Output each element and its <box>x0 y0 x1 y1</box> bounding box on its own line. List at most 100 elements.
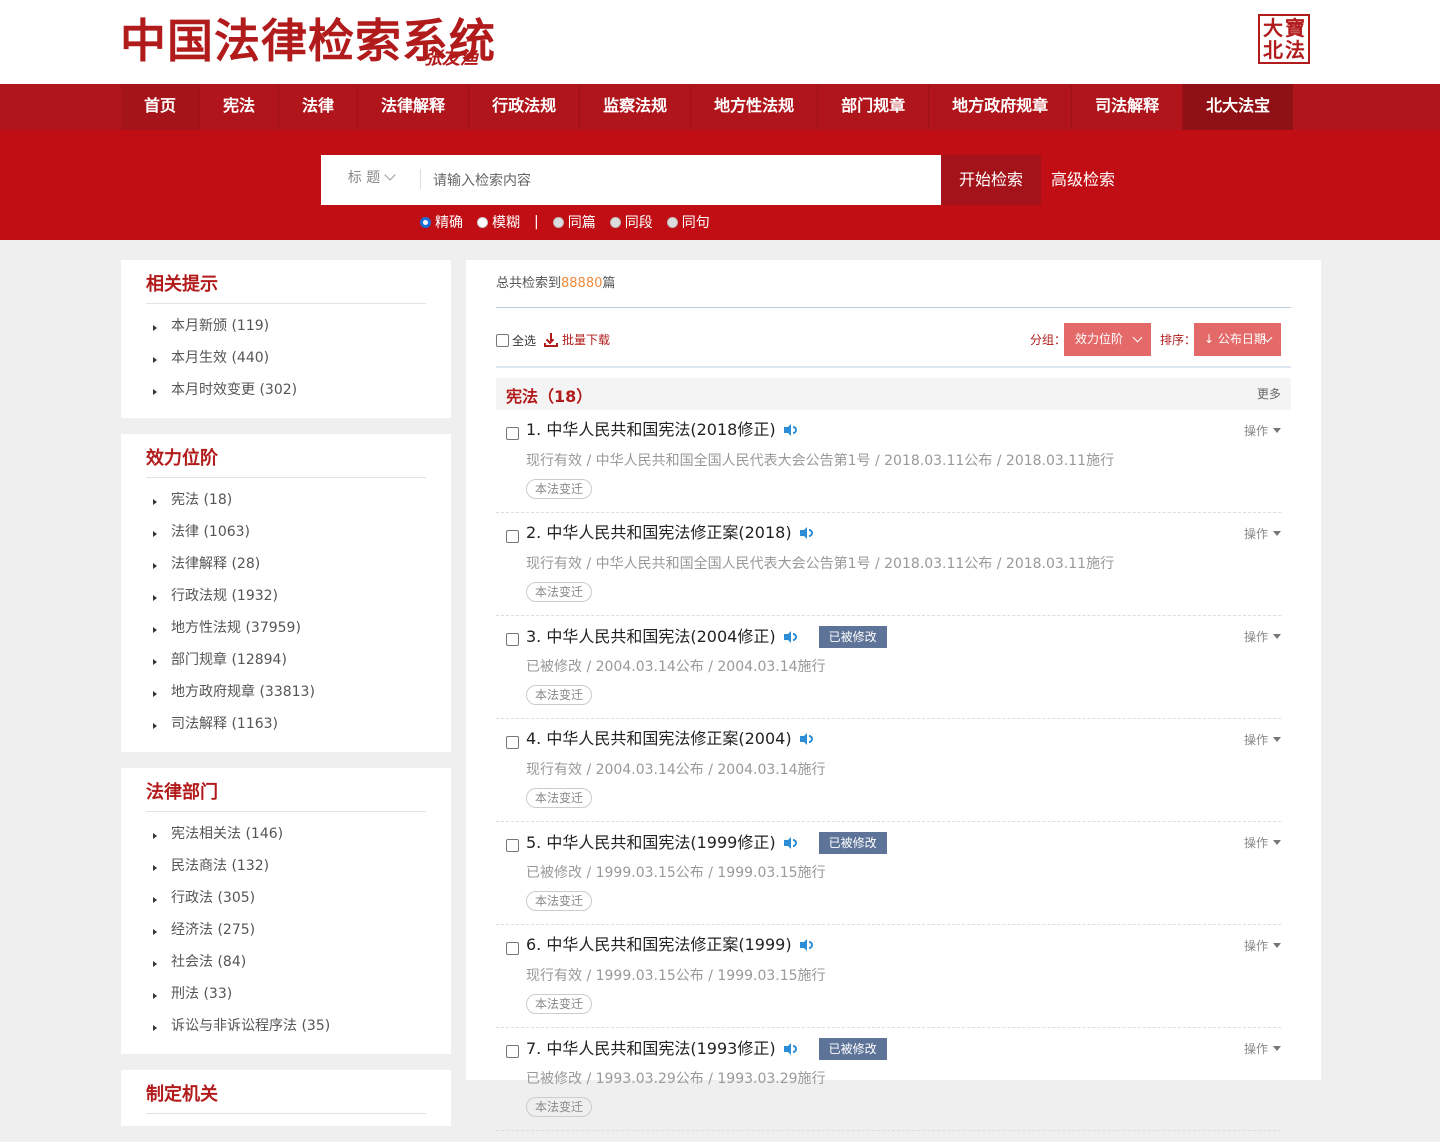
result-checkbox[interactable] <box>506 1045 519 1058</box>
radio-icon[interactable] <box>609 216 621 228</box>
nav-item-local-government-rules[interactable]: 地方政府规章 <box>929 84 1073 130</box>
advanced-search-link[interactable]: 高级检索 <box>1051 155 1115 205</box>
pkulaw-seal-logo[interactable]: 北 大 法 寶 <box>1258 14 1310 64</box>
filter-item[interactable]: 行政法规 (1932) <box>146 580 426 612</box>
operate-menu[interactable]: 操作 <box>1244 628 1281 645</box>
checkbox-icon[interactable] <box>496 334 509 347</box>
result-title[interactable]: 4. 中华人民共和国宪法修正案(2004) <box>526 729 816 749</box>
result-title-text: 2. 中华人民共和国宪法修正案(2018) <box>526 523 792 542</box>
total-count: 88880 <box>561 276 603 291</box>
option-same-article[interactable]: 同篇 <box>552 212 596 232</box>
filter-item[interactable]: 地方政府规章 (33813) <box>146 676 426 708</box>
search-field-type-select[interactable]: 标 题 <box>321 155 421 205</box>
nav-item-administrative-regulations[interactable]: 行政法规 <box>469 84 581 130</box>
filter-item[interactable]: 民法商法 (132) <box>146 850 426 882</box>
nav-item-legal-interpretation[interactable]: 法律解释 <box>358 84 470 130</box>
option-same-sentence[interactable]: 同句 <box>666 212 710 232</box>
speaker-icon[interactable] <box>783 630 800 644</box>
option-same-paragraph[interactable]: 同段 <box>609 212 653 232</box>
group-select-value: 效力位阶 <box>1075 332 1124 346</box>
filter-item[interactable]: 社会法 (84) <box>146 946 426 978</box>
result-checkbox[interactable] <box>506 530 519 543</box>
radio-selected-icon[interactable] <box>420 216 431 228</box>
filter-item[interactable]: 地方性法规 (37959) <box>146 612 426 644</box>
filter-sidebar: 相关提示 本月新颁 (119) 本月生效 (440) 本月时效变更 (302) … <box>121 260 451 1142</box>
filter-item[interactable]: 法律解释 (28) <box>146 548 426 580</box>
result-title[interactable]: 6. 中华人民共和国宪法修正案(1999) <box>526 935 816 955</box>
option-label: 同段 <box>624 215 653 231</box>
result-checkbox[interactable] <box>506 736 519 749</box>
operate-menu[interactable]: 操作 <box>1244 834 1281 851</box>
nav-item-constitution[interactable]: 宪法 <box>200 84 280 130</box>
filter-item[interactable]: 诉讼与非诉讼程序法 (35) <box>146 1010 426 1042</box>
option-fuzzy[interactable]: 模糊 <box>477 212 520 232</box>
operate-menu[interactable]: 操作 <box>1244 731 1281 748</box>
operate-menu[interactable]: 操作 <box>1244 525 1281 542</box>
filter-item[interactable]: 经济法 (275) <box>146 914 426 946</box>
nav-item-law[interactable]: 法律 <box>279 84 359 130</box>
divider <box>496 307 1291 308</box>
filter-item[interactable]: 本月时效变更 (302) <box>146 374 426 406</box>
select-all[interactable]: 全选 <box>496 332 536 349</box>
filter-item[interactable]: 行政法 (305) <box>146 882 426 914</box>
result-title[interactable]: 1. 中华人民共和国宪法(2018修正) <box>526 420 800 440</box>
nav-item-pkulaw[interactable]: 北大法宝 <box>1183 84 1294 130</box>
result-total: 总共检索到88880篇 <box>496 274 615 294</box>
result-title[interactable]: 3. 中华人民共和国宪法(2004修正) 已被修改 <box>526 626 887 648</box>
filter-item[interactable]: 本月生效 (440) <box>146 342 426 374</box>
group-select[interactable]: 效力位阶 <box>1064 323 1151 356</box>
radio-icon[interactable] <box>666 216 678 228</box>
sort-select[interactable]: ↓ 公布日期 <box>1194 323 1281 356</box>
law-history-tag[interactable]: 本法变迁 <box>526 685 593 705</box>
result-checkbox[interactable] <box>506 942 519 955</box>
seal-char: 北 <box>1263 38 1283 62</box>
result-item: 6. 中华人民共和国宪法修正案(1999) 现行有效 / 1999.03.15公… <box>496 925 1281 1028</box>
result-title[interactable]: 2. 中华人民共和国宪法修正案(2018) <box>526 523 816 543</box>
speaker-icon[interactable] <box>783 836 800 850</box>
operate-label: 操作 <box>1243 939 1268 953</box>
result-checkbox[interactable] <box>506 633 519 646</box>
filter-item[interactable]: 宪法相关法 (146) <box>146 818 426 850</box>
filter-item[interactable]: 本月新颁 (119) <box>146 310 426 342</box>
batch-download-button[interactable]: 批量下载 <box>544 331 610 348</box>
speaker-icon[interactable] <box>783 1042 800 1056</box>
result-checkbox[interactable] <box>506 427 519 440</box>
nav-item-local-regulations[interactable]: 地方性法规 <box>691 84 819 130</box>
search-input[interactable] <box>431 155 935 207</box>
radio-icon[interactable] <box>552 216 564 228</box>
speaker-icon[interactable] <box>799 526 816 540</box>
law-history-tag[interactable]: 本法变迁 <box>526 994 593 1014</box>
caret-down-icon <box>1273 737 1281 742</box>
result-checkbox[interactable] <box>506 839 519 852</box>
nav-item-departmental-rules[interactable]: 部门规章 <box>818 84 930 130</box>
panel-title: 效力位阶 <box>146 444 426 478</box>
search-submit-button[interactable]: 开始检索 <box>941 155 1041 205</box>
result-title[interactable]: 7. 中华人民共和国宪法(1993修正) 已被修改 <box>526 1038 887 1060</box>
result-item: 1. 中华人民共和国宪法(2018修正) 现行有效 / 中华人民共和国全国人民代… <box>496 410 1281 513</box>
option-exact[interactable]: 精确 <box>420 212 463 232</box>
filter-item[interactable]: 宪法 (18) <box>146 484 426 516</box>
operate-label: 操作 <box>1243 424 1268 438</box>
filter-item[interactable]: 司法解释 (1163) <box>146 708 426 740</box>
result-title[interactable]: 5. 中华人民共和国宪法(1999修正) 已被修改 <box>526 832 887 854</box>
operate-menu[interactable]: 操作 <box>1244 1040 1281 1057</box>
filter-item[interactable]: 刑法 (33) <box>146 978 426 1010</box>
operate-menu[interactable]: 操作 <box>1244 422 1281 439</box>
law-history-tag[interactable]: 本法变迁 <box>526 891 593 911</box>
nav-item-supervisory-regulations[interactable]: 监察法规 <box>580 84 692 130</box>
law-history-tag[interactable]: 本法变迁 <box>526 1097 593 1117</box>
speaker-icon[interactable] <box>799 938 816 952</box>
nav-item-judicial-interpretation[interactable]: 司法解释 <box>1072 84 1184 130</box>
nav-item-home[interactable]: 首页 <box>121 84 201 130</box>
filter-item[interactable]: 部门规章 (12894) <box>146 644 426 676</box>
more-link[interactable]: 更多 <box>1257 385 1281 402</box>
law-history-tag[interactable]: 本法变迁 <box>526 788 593 808</box>
speaker-icon[interactable] <box>799 732 816 746</box>
law-history-tag[interactable]: 本法变迁 <box>526 479 593 499</box>
seal-char: 大 <box>1263 16 1283 40</box>
operate-menu[interactable]: 操作 <box>1244 937 1281 954</box>
filter-item[interactable]: 法律 (1063) <box>146 516 426 548</box>
law-history-tag[interactable]: 本法变迁 <box>526 582 593 602</box>
radio-icon[interactable] <box>477 216 488 228</box>
speaker-icon[interactable] <box>783 423 800 437</box>
